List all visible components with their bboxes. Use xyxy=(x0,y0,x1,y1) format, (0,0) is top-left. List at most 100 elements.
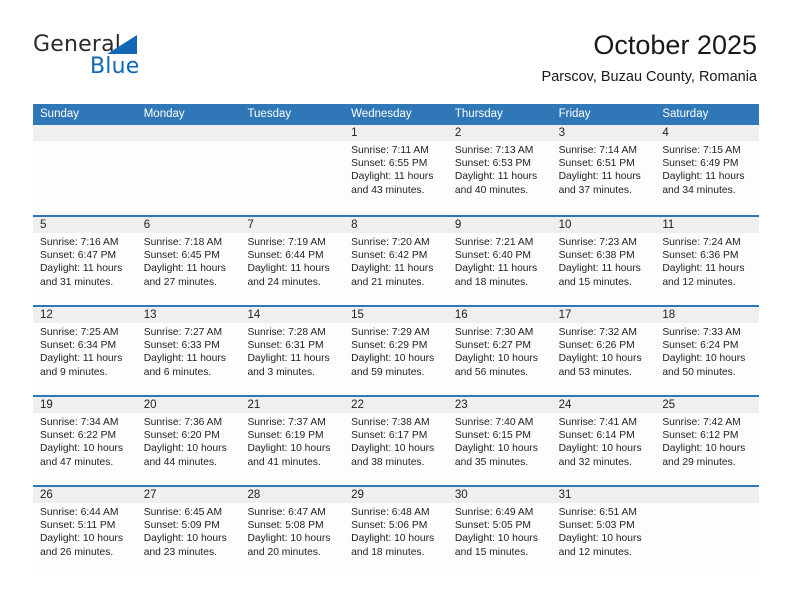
day-details: Sunrise: 6:49 AM Sunset: 5:05 PM Daylight:… xyxy=(448,503,552,559)
page-header: General Blue October 2025 Parscov, Buzau… xyxy=(0,0,792,104)
calendar-day-cell[interactable]: 14 Sunrise: 7:28 AM Sunset: 6:31 PM Dayligh… xyxy=(240,307,345,395)
daylight-text: Daylight: 11 hours and 6 minutes. xyxy=(143,353,226,378)
daylight-text: Daylight: 10 hours and 15 minutes. xyxy=(454,533,538,558)
day-number xyxy=(240,125,345,141)
calendar-day-cell[interactable]: 31 Sunrise: 6:51 AM Sunset: 5:03 PM Dayligh… xyxy=(551,487,656,575)
day-details: Sunrise: 7:14 AM Sunset: 6:51 PM Daylight:… xyxy=(552,141,656,197)
day-number: 4 xyxy=(655,125,760,141)
sunrise-text: Sunrise: 7:18 AM xyxy=(143,237,223,248)
calendar-day-cell[interactable]: 12 Sunrise: 7:25 AM Sunset: 6:34 PM Dayligh… xyxy=(33,307,137,395)
daylight-text: Daylight: 11 hours and 34 minutes. xyxy=(662,171,745,196)
general-blue-logo[interactable]: General Blue xyxy=(33,32,233,88)
calendar-day-cell[interactable]: 29 Sunrise: 6:48 AM Sunset: 5:06 PM Dayligh… xyxy=(344,487,448,575)
calendar-day-cell[interactable]: 21 Sunrise: 7:37 AM Sunset: 6:19 PM Dayligh… xyxy=(240,397,345,485)
day-details: Sunrise: 7:38 AM Sunset: 6:17 PM Daylight:… xyxy=(344,413,448,469)
sunset-text: Sunset: 5:11 PM xyxy=(40,520,116,532)
day-number: 23 xyxy=(447,397,552,413)
day-number: 2 xyxy=(447,125,552,141)
daylight-text: Daylight: 10 hours and 50 minutes. xyxy=(662,353,746,378)
sunrise-text: Sunrise: 7:15 AM xyxy=(662,145,741,156)
sunrise-text: Sunrise: 7:11 AM xyxy=(351,145,429,156)
daylight-text: Daylight: 10 hours and 32 minutes. xyxy=(558,443,642,468)
calendar-day-cell[interactable]: 24 Sunrise: 7:41 AM Sunset: 6:14 PM Dayligh… xyxy=(551,397,656,485)
calendar-day-cell[interactable]: 3 Sunrise: 7:14 AM Sunset: 6:51 PM Daylight… xyxy=(551,125,656,215)
day-details: Sunrise: 7:37 AM Sunset: 6:19 PM Daylight:… xyxy=(240,413,344,469)
day-number: 10 xyxy=(551,217,656,233)
calendar-day-cell[interactable]: 2 Sunrise: 7:13 AM Sunset: 6:53 PM Daylight… xyxy=(447,125,552,215)
day-details: Sunrise: 7:33 AM Sunset: 6:24 PM Daylight:… xyxy=(655,323,759,379)
sunrise-text: Sunrise: 7:37 AM xyxy=(247,417,326,428)
calendar-day-cell[interactable]: 13 Sunrise: 7:27 AM Sunset: 6:33 PM Dayligh… xyxy=(136,307,241,395)
day-details: Sunrise: 7:13 AM Sunset: 6:53 PM Daylight:… xyxy=(448,141,552,197)
day-number: 25 xyxy=(655,397,760,413)
calendar-day-cell[interactable]: 4 Sunrise: 7:15 AM Sunset: 6:49 PM Daylight… xyxy=(655,125,760,215)
calendar-day-cell[interactable]: 7 Sunrise: 7:19 AM Sunset: 6:44 PM Daylight… xyxy=(240,217,345,305)
day-details: Sunrise: 7:19 AM Sunset: 6:44 PM Daylight:… xyxy=(240,233,344,289)
sunrise-text: Sunrise: 7:14 AM xyxy=(558,145,638,156)
weekday-header-tuesday: Tuesday xyxy=(247,108,292,120)
calendar-day-cell[interactable]: 19 Sunrise: 7:34 AM Sunset: 6:22 PM Dayligh… xyxy=(33,397,137,485)
calendar-day-cell[interactable]: 27 Sunrise: 6:45 AM Sunset: 5:09 PM Dayligh… xyxy=(136,487,241,575)
calendar-grid: Sunday Monday Tuesday Wednesday Thursday Frid… xyxy=(33,104,760,575)
calendar-day-cell[interactable]: 18 Sunrise: 7:33 AM Sunset: 6:24 PM Dayligh… xyxy=(655,307,760,395)
calendar-day-cell[interactable]: 1 Sunrise: 7:11 AM Sunset: 6:55 PM Daylight… xyxy=(344,125,448,215)
sunset-text: Sunset: 6:27 PM xyxy=(454,340,532,352)
sunset-text: Sunset: 6:31 PM xyxy=(247,340,324,352)
sunrise-text: Sunrise: 6:48 AM xyxy=(351,507,430,518)
sunset-text: Sunset: 6:22 PM xyxy=(40,430,117,442)
day-details: Sunrise: 7:11 AM Sunset: 6:55 PM Daylight:… xyxy=(344,141,448,197)
calendar-week-row: 26 Sunrise: 6:44 AM Sunset: 5:11 PM Dayligh… xyxy=(33,485,760,575)
calendar-day-cell[interactable]: 5 Sunrise: 7:16 AM Sunset: 6:47 PM Daylight… xyxy=(33,217,137,305)
day-number: 6 xyxy=(136,217,241,233)
sunrise-text: Sunrise: 7:42 AM xyxy=(662,417,741,428)
calendar-day-cell[interactable]: 8 Sunrise: 7:20 AM Sunset: 6:42 PM Daylight… xyxy=(344,217,448,305)
calendar-day-cell[interactable]: 28 Sunrise: 6:47 AM Sunset: 5:08 PM Dayligh… xyxy=(240,487,345,575)
daylight-text: Daylight: 10 hours and 20 minutes. xyxy=(247,533,331,558)
calendar-day-cell[interactable]: 15 Sunrise: 7:29 AM Sunset: 6:29 PM Dayligh… xyxy=(344,307,448,395)
day-details: Sunrise: 7:32 AM Sunset: 6:26 PM Daylight:… xyxy=(552,323,656,379)
day-number: 16 xyxy=(447,307,552,323)
weekday-header-sunday: Sunday xyxy=(40,108,80,120)
calendar-day-cell[interactable]: 6 Sunrise: 7:18 AM Sunset: 6:45 PM Daylight… xyxy=(136,217,241,305)
sunset-text: Sunset: 5:06 PM xyxy=(351,520,428,532)
day-details: Sunrise: 7:16 AM Sunset: 6:47 PM Daylight:… xyxy=(33,233,137,289)
calendar-day-cell[interactable]: 10 Sunrise: 7:23 AM Sunset: 6:38 PM Dayligh… xyxy=(551,217,656,305)
calendar-day-cell[interactable]: 9 Sunrise: 7:21 AM Sunset: 6:40 PM Daylight… xyxy=(447,217,552,305)
day-number: 20 xyxy=(136,397,241,413)
day-details: Sunrise: 7:23 AM Sunset: 6:38 PM Daylight:… xyxy=(552,233,656,289)
sunset-text: Sunset: 6:15 PM xyxy=(454,430,532,442)
sunrise-text: Sunrise: 7:19 AM xyxy=(247,237,326,248)
daylight-text: Daylight: 10 hours and 59 minutes. xyxy=(351,353,435,378)
day-details: Sunrise: 6:48 AM Sunset: 5:06 PM Daylight:… xyxy=(344,503,448,559)
day-details: Sunrise: 7:18 AM Sunset: 6:45 PM Daylight:… xyxy=(137,233,241,289)
calendar-day-cell[interactable]: 26 Sunrise: 6:44 AM Sunset: 5:11 PM Dayligh… xyxy=(33,487,137,575)
calendar-day-cell[interactable]: 30 Sunrise: 6:49 AM Sunset: 5:05 PM Dayligh… xyxy=(447,487,552,575)
sunset-text: Sunset: 6:51 PM xyxy=(558,158,635,170)
daylight-text: Daylight: 11 hours and 15 minutes. xyxy=(558,263,641,288)
day-number: 15 xyxy=(344,307,448,323)
daylight-text: Daylight: 10 hours and 26 minutes. xyxy=(40,533,123,558)
calendar-day-cell[interactable]: 16 Sunrise: 7:30 AM Sunset: 6:27 PM Dayligh… xyxy=(447,307,552,395)
daylight-text: Daylight: 11 hours and 37 minutes. xyxy=(558,171,641,196)
day-details: Sunrise: 7:21 AM Sunset: 6:40 PM Daylight:… xyxy=(448,233,552,289)
calendar-day-cell[interactable]: 17 Sunrise: 7:32 AM Sunset: 6:26 PM Dayligh… xyxy=(551,307,656,395)
sunset-text: Sunset: 5:09 PM xyxy=(143,520,220,532)
day-details: Sunrise: 7:15 AM Sunset: 6:49 PM Daylight:… xyxy=(655,141,759,197)
daylight-text: Daylight: 10 hours and 38 minutes. xyxy=(351,443,435,468)
sunrise-text: Sunrise: 7:30 AM xyxy=(454,327,534,338)
sunset-text: Sunset: 6:12 PM xyxy=(662,430,739,442)
day-number: 28 xyxy=(240,487,345,503)
calendar-day-cell-empty xyxy=(240,125,345,215)
sunrise-text: Sunrise: 7:32 AM xyxy=(558,327,638,338)
day-number: 1 xyxy=(344,125,448,141)
calendar-day-cell[interactable]: 20 Sunrise: 7:36 AM Sunset: 6:20 PM Dayligh… xyxy=(136,397,241,485)
sunset-text: Sunset: 6:44 PM xyxy=(247,250,324,262)
calendar-week-row: 5 Sunrise: 7:16 AM Sunset: 6:47 PM Daylight… xyxy=(33,215,760,305)
day-details: Sunrise: 6:45 AM Sunset: 5:09 PM Daylight:… xyxy=(137,503,241,559)
calendar-day-cell[interactable]: 22 Sunrise: 7:38 AM Sunset: 6:17 PM Dayligh… xyxy=(344,397,448,485)
calendar-day-cell[interactable]: 11 Sunrise: 7:24 AM Sunset: 6:36 PM Dayligh… xyxy=(655,217,760,305)
daylight-text: Daylight: 10 hours and 44 minutes. xyxy=(143,443,227,468)
calendar-day-cell[interactable]: 25 Sunrise: 7:42 AM Sunset: 6:12 PM Dayligh… xyxy=(655,397,760,485)
calendar-day-cell[interactable]: 23 Sunrise: 7:40 AM Sunset: 6:15 PM Dayligh… xyxy=(447,397,552,485)
day-number: 31 xyxy=(551,487,656,503)
